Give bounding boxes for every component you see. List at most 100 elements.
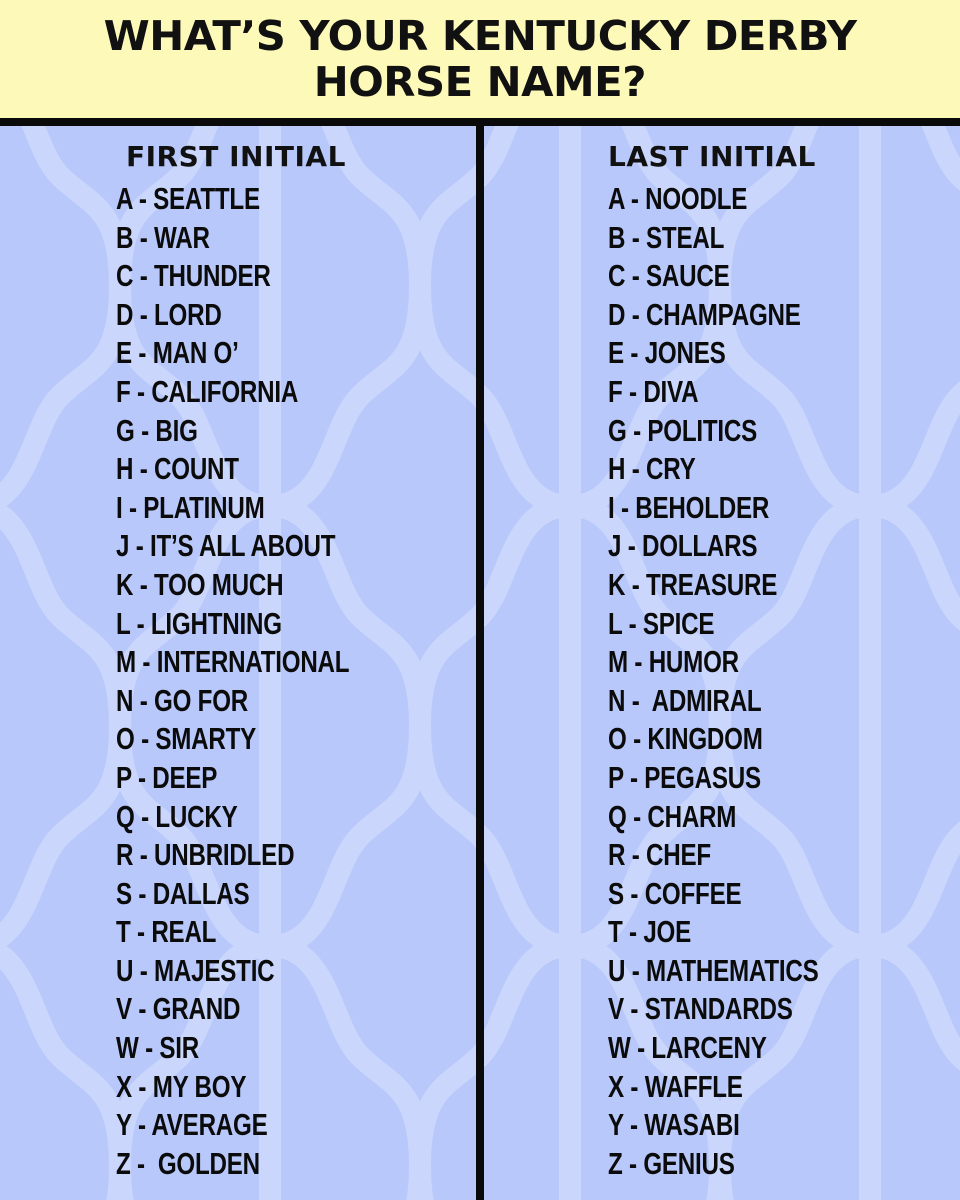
- list-item: U - MATHEMATICS: [608, 952, 819, 991]
- initial-letter: J: [608, 528, 622, 564]
- initial-letter: M: [608, 644, 628, 680]
- name-word: ADMIRAL: [646, 682, 762, 718]
- list-item: Q - LUCKY: [116, 798, 349, 837]
- name-word: BEHOLDER: [635, 489, 770, 525]
- list-item: Y - WASABI: [608, 1106, 819, 1145]
- initial-letter: B: [116, 219, 134, 255]
- initial-letter: T: [608, 914, 623, 950]
- list-item: S - COFFEE: [608, 875, 819, 914]
- name-word: DALLAS: [152, 875, 250, 911]
- separator: -: [623, 335, 645, 371]
- list-item: Y - AVERAGE: [116, 1106, 349, 1145]
- list-item: O - SMARTY: [116, 720, 349, 759]
- separator: -: [130, 605, 151, 641]
- name-word: UNBRIDLED: [154, 837, 295, 873]
- name-word: CHARM: [647, 798, 737, 834]
- separator: -: [623, 875, 645, 911]
- initial-letter: T: [116, 914, 131, 950]
- name-word: INTERNATIONAL: [156, 644, 350, 680]
- name-word: NOODLE: [645, 181, 748, 216]
- initial-letter: J: [116, 528, 130, 564]
- initial-letter: N: [116, 682, 134, 718]
- name-word: DIVA: [643, 373, 699, 409]
- first-initial-column: FIRST INITIAL A - SEATTLE B - WAR C - THUN…: [116, 138, 415, 1183]
- initial-letter: O: [608, 721, 627, 757]
- separator: -: [625, 952, 647, 988]
- list-item: J - IT’S ALL ABOUT: [116, 527, 349, 566]
- separator: -: [130, 914, 152, 950]
- separator: -: [624, 181, 646, 216]
- separator: -: [627, 644, 649, 680]
- separator: -: [621, 528, 643, 564]
- separator: -: [133, 258, 155, 294]
- name-word: CHAMPAGNE: [646, 296, 801, 332]
- name-word: POLITICS: [647, 412, 758, 448]
- initial-letter: F: [608, 373, 623, 409]
- name-word: PEGASUS: [644, 759, 761, 795]
- separator: -: [133, 682, 155, 718]
- list-item: T - JOE: [608, 913, 819, 952]
- list-item: Z - GENIUS: [608, 1145, 819, 1184]
- initial-letter: F: [116, 373, 131, 409]
- separator: -: [623, 991, 645, 1027]
- separator: -: [622, 373, 644, 409]
- separator: -: [134, 412, 156, 448]
- last-initial-list: A - NOODLE B - STEAL C - SAUCE D - CHAMPAGN…: [608, 180, 878, 1183]
- name-word: WAFFLE: [644, 1068, 743, 1104]
- list-item: B - STEAL: [608, 219, 819, 258]
- name-word: THUNDER: [154, 258, 271, 294]
- initial-letter: W: [608, 1030, 631, 1066]
- page-title-line-2: HORSE NAME?: [313, 58, 647, 106]
- separator: -: [133, 451, 155, 487]
- list-item: F - DIVA: [608, 373, 819, 412]
- name-word: MAN O’: [152, 335, 239, 371]
- page-title-line-1: WHAT’S YOUR KENTUCKY DERBY: [103, 12, 857, 60]
- initial-letter: U: [608, 952, 626, 988]
- initial-letter: L: [608, 605, 623, 641]
- name-word: WASABI: [644, 1107, 740, 1143]
- list-item: J - DOLLARS: [608, 527, 819, 566]
- list-item: S - DALLAS: [116, 875, 349, 914]
- list-item: X - MY BOY: [116, 1068, 349, 1107]
- initial-letter: B: [608, 219, 626, 255]
- name-word: WAR: [154, 219, 210, 255]
- name-word: JONES: [644, 335, 726, 371]
- initial-letter: O: [116, 721, 135, 757]
- name-word: GOLDEN: [151, 1145, 260, 1181]
- separator: -: [131, 1107, 152, 1143]
- separator: -: [622, 1145, 644, 1181]
- initial-letter: D: [116, 296, 134, 332]
- list-item: G - BIG: [116, 412, 349, 451]
- list-item: C - THUNDER: [116, 257, 349, 296]
- initial-letter: D: [608, 296, 626, 332]
- list-item: R - UNBRIDLED: [116, 836, 349, 875]
- name-word: AVERAGE: [151, 1107, 268, 1143]
- separator: -: [131, 335, 153, 371]
- name-word: MAJESTIC: [154, 952, 275, 988]
- name-word: GENIUS: [643, 1145, 735, 1181]
- list-item: A - NOODLE: [608, 180, 819, 219]
- list-item: X - WAFFLE: [608, 1068, 819, 1107]
- initial-letter: A: [608, 181, 625, 216]
- list-item: B - WAR: [116, 219, 349, 258]
- column-divider: [476, 118, 484, 1200]
- list-item: W - SIR: [116, 1029, 349, 1068]
- initial-letter: A: [116, 181, 133, 216]
- list-item: N - ADMIRAL: [608, 682, 819, 721]
- list-item: E - MAN O’: [116, 334, 349, 373]
- name-word: SPICE: [642, 605, 715, 641]
- separator: -: [625, 682, 647, 718]
- initial-letter: G: [608, 412, 627, 448]
- list-item: L - SPICE: [608, 605, 819, 644]
- name-word: STEAL: [646, 219, 725, 255]
- initial-letter: V: [116, 991, 132, 1027]
- initial-letter: E: [116, 335, 132, 371]
- initial-letter: S: [608, 875, 624, 911]
- separator: -: [133, 219, 155, 255]
- name-word: CRY: [646, 451, 696, 487]
- name-word: HUMOR: [648, 644, 739, 680]
- initial-letter: N: [608, 682, 626, 718]
- initial-letter: C: [116, 258, 134, 294]
- list-item: O - KINGDOM: [608, 720, 819, 759]
- name-word: LARCENY: [651, 1030, 767, 1066]
